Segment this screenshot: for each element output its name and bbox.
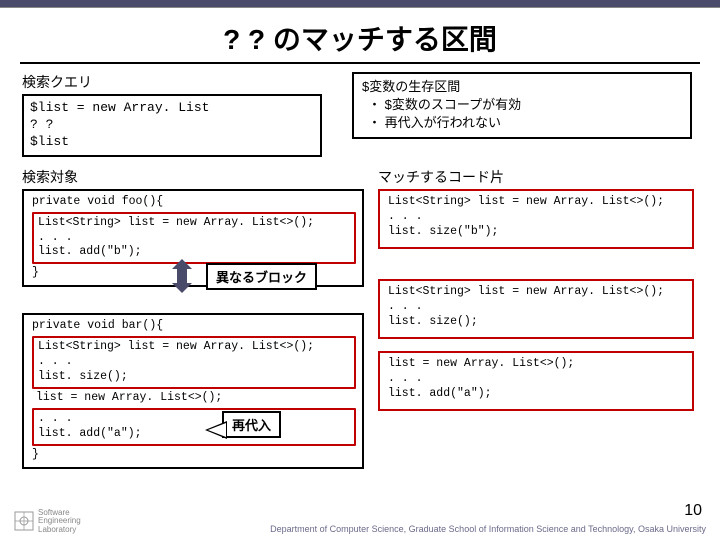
code-line: list = new Array. List<>(); [32,391,356,406]
callout-different-block: 異なるブロック [206,263,317,290]
footer-logo: Software Engineering Laboratory [14,509,81,534]
code-line: } [32,448,356,463]
callout-reassign: 再代入 [222,411,281,438]
lab-logo-icon [14,511,34,531]
footer-text: Department of Computer Science, Graduate… [270,524,706,534]
footer-logo-line: Laboratory [38,526,81,534]
code-highlight: List<String> list = new Array. List<>();… [32,212,356,265]
code-highlight: List<String> list = new Array. List<>();… [32,336,356,389]
query-label: 検索クエリ [22,72,322,92]
scope-title: $変数の生存区間 [362,78,682,96]
target-label: 検索対象 [22,167,364,187]
code-line: private void foo(){ [32,195,356,210]
code-left-2: private void bar(){ List<String> list = … [22,313,364,469]
code-highlight: . . . list. add("a"); [32,408,356,446]
code-right-3: list = new Array. List<>(); . . . list. … [378,351,694,411]
slide-title: ? ? のマッチする区間 [0,8,720,62]
scope-box: $変数の生存区間 $変数のスコープが有効 再代入が行われない [352,72,692,139]
code-right-1: List<String> list = new Array. List<>();… [378,189,694,249]
match-label: マッチするコード片 [378,167,694,187]
double-arrow-icon [168,259,196,293]
query-code-box: $list = new Array. List ? ? $list [22,94,322,157]
code-right-2: List<String> list = new Array. List<>();… [378,279,694,339]
code-line: private void bar(){ [32,319,356,334]
scope-item: $変数のスコープが有効 [368,96,682,114]
scope-item: 再代入が行われない [368,114,682,132]
title-rule [20,62,700,64]
